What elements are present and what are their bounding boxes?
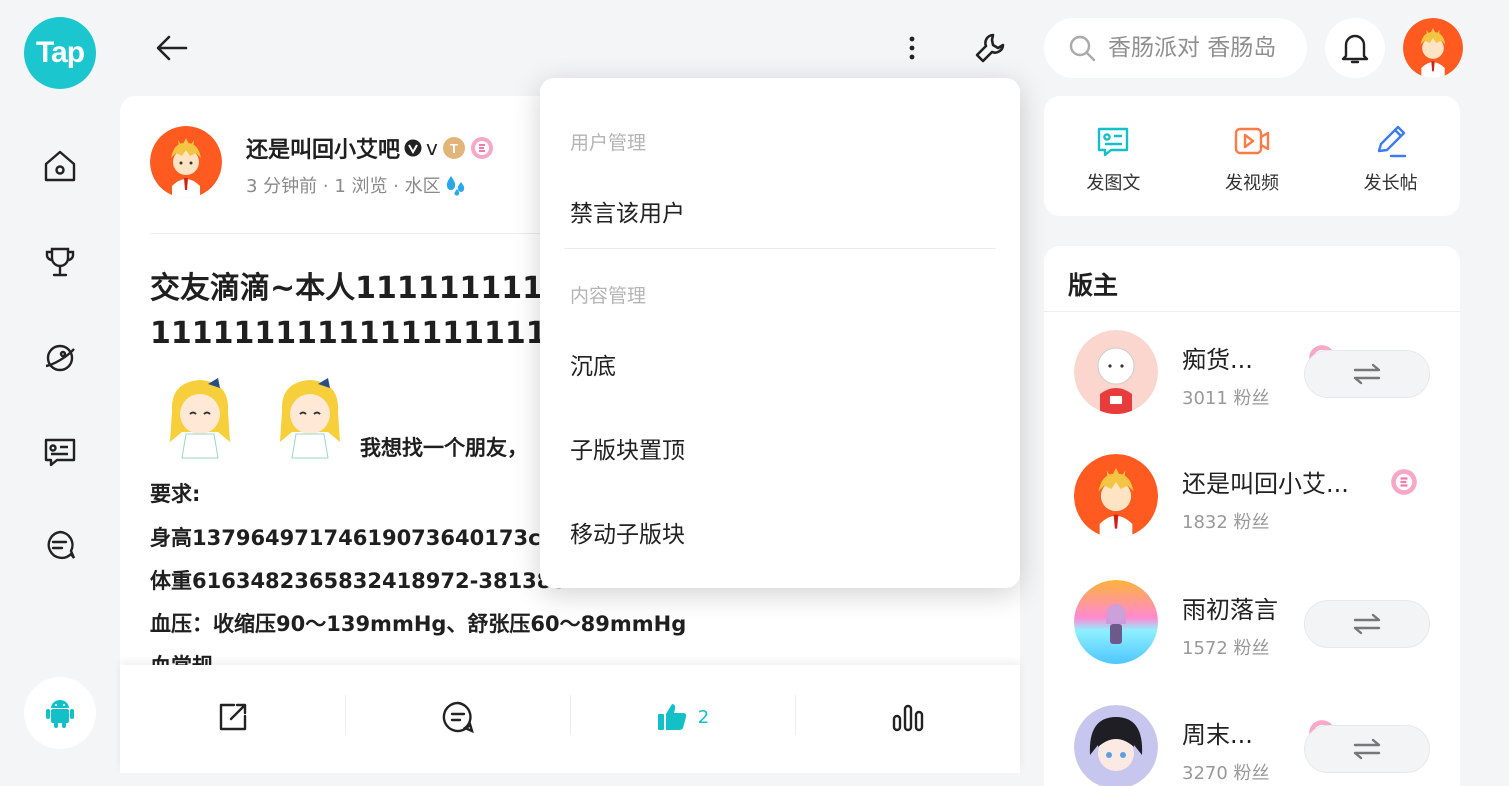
menu-section-content: 内容管理 [570,285,647,307]
like-button[interactable]: 2 [570,665,795,769]
swap-moderator-button[interactable] [1304,350,1430,398]
thumbs-up-icon [657,704,686,730]
post-body-inline: 我想找一个朋友， [360,436,528,460]
post-card-icon[interactable] [40,432,80,472]
post-body-line: 体重6163482365832418972-381388 [150,569,567,593]
search-bar[interactable] [1044,18,1307,78]
moderation-menu: 用户管理 禁言该用户 内容管理 沉底 子版块置顶 移动子版块 [540,78,1020,588]
comment-icon [442,701,474,734]
trophy-icon[interactable] [40,242,80,282]
home-icon[interactable] [40,146,80,186]
sticker-image[interactable] [270,372,350,462]
post-image-text-button[interactable]: 发图文 [1044,96,1183,216]
pen-icon [1377,125,1406,158]
post-long-button[interactable]: 发长帖 [1321,96,1460,216]
moderators-card: 版主 痴货... 3011 粉丝 还是叫回小艾... 1832 粉丝 雨初落言 … [1044,246,1460,786]
sticker-image[interactable] [160,372,240,462]
moderator-name: 雨初落言 [1182,596,1278,624]
swap-icon [1353,613,1381,635]
search-input[interactable] [1108,35,1298,61]
moderator-item[interactable]: 痴货... 3011 粉丝 [1074,330,1444,420]
moderator-fans: 3270 粉丝 [1182,763,1270,784]
moderator-avatar[interactable] [1074,705,1158,786]
user-avatar[interactable] [1403,18,1463,78]
share-icon [219,703,246,731]
arrow-left-icon [156,35,188,61]
moderator-name: 周末... [1182,721,1253,749]
swap-moderator-button[interactable] [1304,600,1430,648]
author-name-text: 还是叫回小艾吧 [246,138,401,163]
moderator-item[interactable]: 还是叫回小艾... 1832 粉丝 [1074,454,1444,544]
moderator-item[interactable]: 雨初落言 1572 粉丝 [1074,580,1444,670]
moderator-avatar[interactable] [1074,454,1158,538]
swap-icon [1353,738,1381,760]
moderator-avatar[interactable] [1074,330,1158,414]
moderator-avatar[interactable] [1074,580,1158,664]
svg-text:T: T [450,141,458,156]
stats-button[interactable] [795,665,1020,769]
moderator-item[interactable]: 周末... 3270 粉丝 [1074,705,1444,786]
moderator-fans: 3011 粉丝 [1182,388,1270,409]
verified-v-icon [404,139,422,157]
author-name[interactable]: 还是叫回小艾吧 v T [246,132,494,164]
notifications-button[interactable] [1325,18,1385,78]
share-button[interactable] [120,665,345,769]
post-action-bar: 2 [120,665,1020,773]
taptap-logo[interactable]: Tap [24,17,96,89]
post-meta: 3 分钟前 · 1 浏览 · 水区 [246,172,467,198]
moderator-badge-icon [1391,469,1417,495]
level-badge-icon: T [442,137,465,159]
post-video-button[interactable]: 发视频 [1183,96,1322,216]
post-video-label: 发视频 [1225,173,1279,194]
post-long-label: 发长帖 [1363,173,1418,194]
moderator-name: 还是叫回小艾... [1182,470,1349,498]
wrench-icon [975,33,1005,63]
planet-icon[interactable] [40,338,80,378]
swap-icon [1353,363,1381,385]
android-download-button[interactable] [24,677,96,749]
menu-item-sink[interactable]: 沉底 [570,347,616,381]
moderators-title: 版主 [1068,271,1119,300]
menu-section-user: 用户管理 [570,132,647,154]
bell-icon [1341,34,1369,64]
back-button[interactable] [150,28,194,68]
moderation-tools-button[interactable] [968,28,1012,68]
moderators-divider [1044,311,1460,312]
moderator-fans: 1832 粉丝 [1182,512,1270,533]
menu-divider [564,248,996,249]
water-drops-icon [446,176,464,196]
image-text-icon [1098,127,1129,157]
moderator-fans: 1572 粉丝 [1182,638,1270,659]
post-body-line: 要求: [150,482,201,506]
chat-icon[interactable] [40,526,80,566]
bar-chart-icon [892,704,923,732]
more-vertical-icon [909,36,915,60]
search-icon [1069,35,1096,62]
post-body-line: 血压：收缩压90～139mmHg、舒张压60～89mmHg [150,612,687,636]
android-icon [46,700,74,728]
video-icon [1234,127,1270,155]
author-name-suffix: v [426,136,438,160]
post-image-text-label: 发图文 [1086,173,1141,194]
menu-item-move-subforum[interactable]: 移动子版块 [570,515,685,549]
more-options-button[interactable] [896,28,928,68]
swap-moderator-button[interactable] [1304,725,1430,773]
menu-item-mute-user[interactable]: 禁言该用户 [570,194,685,228]
post-body-line: 身高13796497174619073640173cm [150,526,563,550]
author-avatar[interactable] [150,126,222,198]
moderator-badge-icon [470,137,493,159]
post-meta-text: 3 分钟前 · 1 浏览 · 水区 [246,176,441,197]
menu-item-pin-subforum[interactable]: 子版块置顶 [570,431,685,465]
sticker-row [160,372,350,462]
post-tools-card: 发图文 发视频 发长帖 [1044,96,1460,216]
like-count: 2 [697,706,710,728]
moderator-name: 痴货... [1182,346,1253,374]
comment-button[interactable] [345,665,570,769]
